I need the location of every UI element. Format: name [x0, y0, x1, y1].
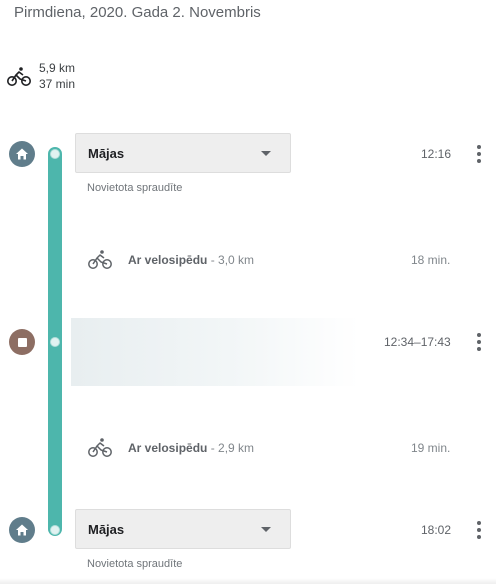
stop-badge: [9, 329, 35, 355]
place-name: Mājas: [88, 521, 125, 537]
place-select[interactable]: Mājas: [75, 133, 291, 173]
place-card-placeholder[interactable]: [71, 318, 359, 386]
home-icon: [16, 524, 28, 536]
activity-label[interactable]: Ar velosipēdu - 3,0 km: [128, 253, 254, 267]
more-options-button[interactable]: [472, 332, 486, 352]
place-note: Novietota spraudīte: [87, 558, 183, 570]
activity-distance: - 3,0 km: [207, 253, 255, 267]
place-select[interactable]: Mājas: [75, 509, 291, 549]
timeline-node: [50, 525, 60, 535]
chevron-down-icon: [261, 527, 271, 532]
home-icon: [16, 148, 28, 160]
timeline-node: [50, 149, 60, 159]
bicycle-icon: [88, 438, 112, 457]
more-options-button[interactable]: [472, 520, 486, 540]
summary-duration: 37 min: [39, 77, 76, 91]
home-badge: [9, 141, 35, 167]
page-title: Pirmdiena, 2020. Gada 2. Novembris: [14, 4, 261, 21]
bicycle-icon: [7, 67, 31, 86]
activity-label[interactable]: Ar velosipēdu - 2,9 km: [128, 441, 254, 455]
visit-time: 12:34–17:43: [384, 335, 451, 349]
activity-duration: 19 min.: [411, 441, 451, 455]
visit-time: 12:16: [421, 147, 452, 161]
activity-mode: Ar velosipēdu: [128, 441, 208, 455]
activity-distance: - 2,9 km: [207, 441, 255, 455]
activity-duration: 18 min.: [411, 253, 451, 267]
bicycle-icon: [88, 250, 112, 269]
chevron-down-icon: [261, 151, 271, 156]
summary-distance: 5,9 km: [39, 61, 76, 75]
activity-mode: Ar velosipēdu: [128, 253, 208, 267]
stop-icon: [17, 337, 27, 347]
timeline-node: [50, 337, 60, 347]
place-name: Mājas: [88, 145, 125, 161]
more-options-button[interactable]: [472, 144, 486, 164]
home-badge: [9, 517, 35, 543]
bottom-divider: [0, 578, 496, 584]
visit-time: 18:02: [421, 523, 452, 537]
place-note: Novietota spraudīte: [87, 182, 183, 194]
